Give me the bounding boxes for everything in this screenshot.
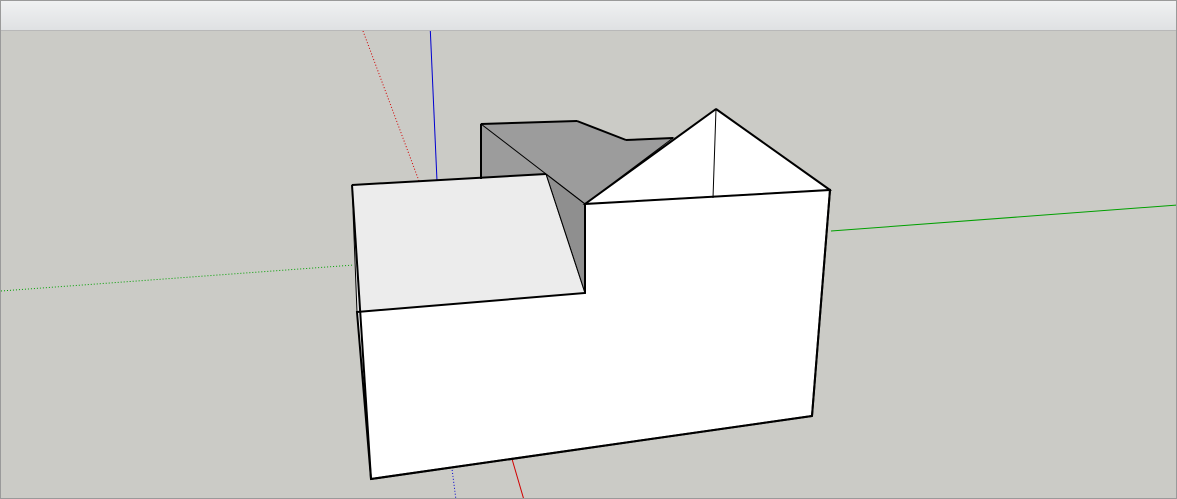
low-roof-face[interactable] [351, 173, 586, 313]
red-axis-solid [511, 458, 524, 498]
red-axis-dotted [362, 31, 420, 182]
drawing-viewport[interactable] [1, 31, 1176, 498]
blue-axis-solid [429, 31, 438, 182]
sketchup-window [0, 0, 1177, 499]
toolbar-strip [1, 1, 1176, 31]
green-axis-solid [830, 204, 1176, 232]
scene-svg[interactable] [1, 31, 1176, 498]
green-axis-dotted [1, 264, 355, 292]
